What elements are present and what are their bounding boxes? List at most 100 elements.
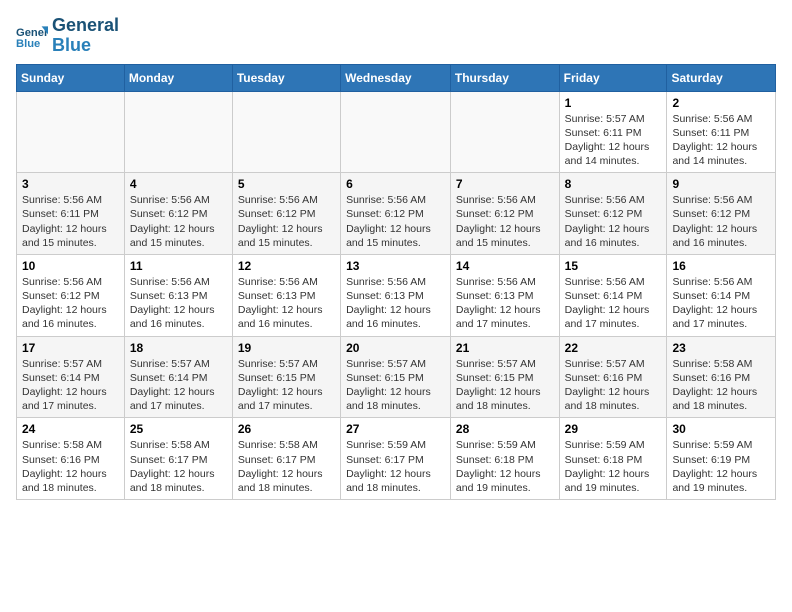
day-cell: 30 Sunrise: 5:59 AM Sunset: 6:19 PM Dayli… bbox=[667, 418, 776, 500]
day-cell: 2Sunrise: 5:56 AM Sunset: 6:11 PM Daylig… bbox=[667, 91, 776, 173]
day-cell: 5 Sunrise: 5:56 AM Sunset: 6:12 PM Daylig… bbox=[232, 173, 340, 255]
svg-text:Blue: Blue bbox=[16, 38, 40, 50]
day-info: Sunrise: 5:56 AM Sunset: 6:11 PM Dayligh… bbox=[22, 193, 119, 250]
day-cell: 19 Sunrise: 5:57 AM Sunset: 6:15 PM Dayli… bbox=[232, 336, 340, 418]
svg-text:General: General bbox=[16, 27, 48, 39]
day-number: 21 bbox=[456, 341, 554, 355]
day-cell: 7 Sunrise: 5:56 AM Sunset: 6:12 PM Daylig… bbox=[450, 173, 559, 255]
day-number: 18 bbox=[130, 341, 227, 355]
day-cell: 14 Sunrise: 5:56 AM Sunset: 6:13 PM Dayli… bbox=[450, 254, 559, 336]
day-number: 16 bbox=[672, 259, 770, 273]
day-cell: 27Sunrise: 5:59 AM Sunset: 6:17 PM Dayli… bbox=[341, 418, 451, 500]
day-cell: 25 Sunrise: 5:58 AM Sunset: 6:17 PM Dayli… bbox=[124, 418, 232, 500]
day-cell: 3 Sunrise: 5:56 AM Sunset: 6:11 PM Daylig… bbox=[17, 173, 125, 255]
day-cell: 15 Sunrise: 5:56 AM Sunset: 6:14 PM Dayli… bbox=[559, 254, 667, 336]
day-cell: 20 Sunrise: 5:57 AM Sunset: 6:15 PM Dayli… bbox=[341, 336, 451, 418]
day-info: Sunrise: 5:58 AM Sunset: 6:17 PM Dayligh… bbox=[130, 438, 227, 495]
page-header: General Blue General Blue bbox=[16, 16, 776, 56]
day-info: Sunrise: 5:58 AM Sunset: 6:17 PM Dayligh… bbox=[238, 438, 335, 495]
day-number: 19 bbox=[238, 341, 335, 355]
day-cell bbox=[124, 91, 232, 173]
day-number: 6 bbox=[346, 177, 445, 191]
day-info: Sunrise: 5:56 AM Sunset: 6:12 PM Dayligh… bbox=[130, 193, 227, 250]
day-info: Sunrise: 5:57 AM Sunset: 6:15 PM Dayligh… bbox=[346, 357, 445, 414]
day-number: 22 bbox=[565, 341, 662, 355]
day-cell: 10 Sunrise: 5:56 AM Sunset: 6:12 PM Dayli… bbox=[17, 254, 125, 336]
day-info: Sunrise: 5:57 AM Sunset: 6:14 PM Dayligh… bbox=[22, 357, 119, 414]
day-number: 7 bbox=[456, 177, 554, 191]
day-number: 25 bbox=[130, 422, 227, 436]
day-info: Sunrise: 5:57 AM Sunset: 6:14 PM Dayligh… bbox=[130, 357, 227, 414]
week-row-2: 3 Sunrise: 5:56 AM Sunset: 6:11 PM Daylig… bbox=[17, 173, 776, 255]
day-number: 13 bbox=[346, 259, 445, 273]
day-info: Sunrise: 5:56 AM Sunset: 6:14 PM Dayligh… bbox=[565, 275, 662, 332]
header-cell-tuesday: Tuesday bbox=[232, 64, 340, 91]
day-info: Sunrise: 5:58 AM Sunset: 6:16 PM Dayligh… bbox=[672, 357, 770, 414]
day-number: 3 bbox=[22, 177, 119, 191]
calendar-body: 1 Sunrise: 5:57 AM Sunset: 6:11 PM Daylig… bbox=[17, 91, 776, 499]
week-row-1: 1 Sunrise: 5:57 AM Sunset: 6:11 PM Daylig… bbox=[17, 91, 776, 173]
day-info: Sunrise: 5:57 AM Sunset: 6:15 PM Dayligh… bbox=[456, 357, 554, 414]
day-info: Sunrise: 5:59 AM Sunset: 6:18 PM Dayligh… bbox=[565, 438, 662, 495]
day-cell bbox=[450, 91, 559, 173]
day-info: Sunrise: 5:59 AM Sunset: 6:19 PM Dayligh… bbox=[672, 438, 770, 495]
day-number: 23 bbox=[672, 341, 770, 355]
day-cell: 12 Sunrise: 5:56 AM Sunset: 6:13 PM Dayli… bbox=[232, 254, 340, 336]
day-number: 17 bbox=[22, 341, 119, 355]
day-number: 5 bbox=[238, 177, 335, 191]
day-number: 20 bbox=[346, 341, 445, 355]
day-number: 10 bbox=[22, 259, 119, 273]
header-cell-wednesday: Wednesday bbox=[341, 64, 451, 91]
day-cell: 8Sunrise: 5:56 AM Sunset: 6:12 PM Daylig… bbox=[559, 173, 667, 255]
calendar-table: SundayMondayTuesdayWednesdayThursdayFrid… bbox=[16, 64, 776, 500]
day-cell: 13Sunrise: 5:56 AM Sunset: 6:13 PM Dayli… bbox=[341, 254, 451, 336]
day-info: Sunrise: 5:56 AM Sunset: 6:13 PM Dayligh… bbox=[238, 275, 335, 332]
day-cell bbox=[341, 91, 451, 173]
day-cell: 17 Sunrise: 5:57 AM Sunset: 6:14 PM Dayli… bbox=[17, 336, 125, 418]
day-cell: 28Sunrise: 5:59 AM Sunset: 6:18 PM Dayli… bbox=[450, 418, 559, 500]
day-number: 14 bbox=[456, 259, 554, 273]
day-number: 26 bbox=[238, 422, 335, 436]
day-cell bbox=[232, 91, 340, 173]
logo-line2: Blue bbox=[52, 36, 119, 56]
day-cell: 4 Sunrise: 5:56 AM Sunset: 6:12 PM Daylig… bbox=[124, 173, 232, 255]
day-number: 12 bbox=[238, 259, 335, 273]
day-info: Sunrise: 5:57 AM Sunset: 6:15 PM Dayligh… bbox=[238, 357, 335, 414]
week-row-3: 10 Sunrise: 5:56 AM Sunset: 6:12 PM Dayli… bbox=[17, 254, 776, 336]
header-cell-sunday: Sunday bbox=[17, 64, 125, 91]
day-number: 15 bbox=[565, 259, 662, 273]
day-number: 1 bbox=[565, 96, 662, 110]
day-cell: 22 Sunrise: 5:57 AM Sunset: 6:16 PM Dayli… bbox=[559, 336, 667, 418]
day-info: Sunrise: 5:56 AM Sunset: 6:12 PM Dayligh… bbox=[672, 193, 770, 250]
header-cell-monday: Monday bbox=[124, 64, 232, 91]
day-cell: 26 Sunrise: 5:58 AM Sunset: 6:17 PM Dayli… bbox=[232, 418, 340, 500]
day-info: Sunrise: 5:56 AM Sunset: 6:12 PM Dayligh… bbox=[22, 275, 119, 332]
day-info: Sunrise: 5:56 AM Sunset: 6:12 PM Dayligh… bbox=[346, 193, 445, 250]
day-cell: 21 Sunrise: 5:57 AM Sunset: 6:15 PM Dayli… bbox=[450, 336, 559, 418]
day-info: Sunrise: 5:56 AM Sunset: 6:13 PM Dayligh… bbox=[456, 275, 554, 332]
day-number: 2 bbox=[672, 96, 770, 110]
day-number: 11 bbox=[130, 259, 227, 273]
day-cell: 9 Sunrise: 5:56 AM Sunset: 6:12 PM Daylig… bbox=[667, 173, 776, 255]
day-info: Sunrise: 5:57 AM Sunset: 6:11 PM Dayligh… bbox=[565, 112, 662, 169]
day-info: Sunrise: 5:58 AM Sunset: 6:16 PM Dayligh… bbox=[22, 438, 119, 495]
day-cell: 6 Sunrise: 5:56 AM Sunset: 6:12 PM Daylig… bbox=[341, 173, 451, 255]
logo-icon: General Blue bbox=[16, 20, 48, 52]
day-info: Sunrise: 5:57 AM Sunset: 6:16 PM Dayligh… bbox=[565, 357, 662, 414]
day-cell: 18 Sunrise: 5:57 AM Sunset: 6:14 PM Dayli… bbox=[124, 336, 232, 418]
day-number: 4 bbox=[130, 177, 227, 191]
day-number: 8 bbox=[565, 177, 662, 191]
day-info: Sunrise: 5:56 AM Sunset: 6:12 PM Dayligh… bbox=[456, 193, 554, 250]
day-info: Sunrise: 5:56 AM Sunset: 6:13 PM Dayligh… bbox=[130, 275, 227, 332]
day-number: 9 bbox=[672, 177, 770, 191]
day-cell: 16Sunrise: 5:56 AM Sunset: 6:14 PM Dayli… bbox=[667, 254, 776, 336]
logo-line1: General bbox=[52, 16, 119, 36]
header-cell-thursday: Thursday bbox=[450, 64, 559, 91]
day-info: Sunrise: 5:59 AM Sunset: 6:17 PM Dayligh… bbox=[346, 438, 445, 495]
calendar-header: SundayMondayTuesdayWednesdayThursdayFrid… bbox=[17, 64, 776, 91]
day-info: Sunrise: 5:56 AM Sunset: 6:12 PM Dayligh… bbox=[238, 193, 335, 250]
day-number: 30 bbox=[672, 422, 770, 436]
day-cell: 23 Sunrise: 5:58 AM Sunset: 6:16 PM Dayli… bbox=[667, 336, 776, 418]
week-row-4: 17 Sunrise: 5:57 AM Sunset: 6:14 PM Dayli… bbox=[17, 336, 776, 418]
day-number: 28 bbox=[456, 422, 554, 436]
